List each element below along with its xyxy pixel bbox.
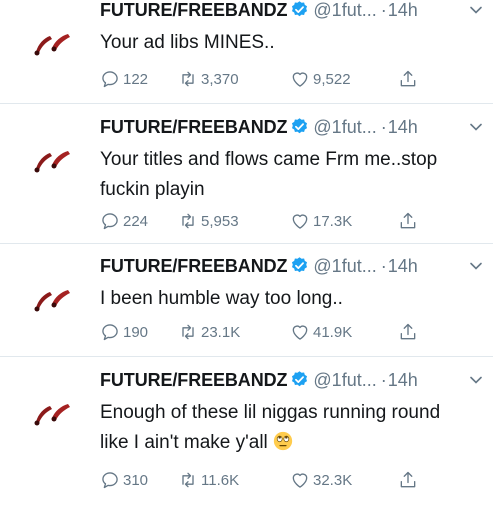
verified-badge-icon (292, 257, 308, 273)
reply-icon (102, 324, 118, 341)
retweet-icon (182, 324, 194, 340)
share-icon (400, 70, 416, 87)
reply-button[interactable]: 310 (100, 468, 148, 492)
user-handle[interactable]: @1fut... (313, 117, 376, 137)
tweet-divider (0, 356, 493, 357)
verified-badge-icon (292, 371, 308, 387)
user-handle[interactable]: @1fut... (313, 256, 376, 276)
share-button[interactable] (398, 320, 421, 344)
heart-icon (292, 214, 308, 229)
heart-icon (292, 72, 308, 87)
share-button[interactable] (398, 468, 421, 492)
reply-count: 224 (123, 212, 149, 230)
avatar[interactable] (28, 147, 76, 173)
display-name[interactable]: FUTURE/FREEBANDZ (100, 256, 288, 276)
share-icon (400, 471, 416, 488)
retweet-count: 23.1K (201, 323, 241, 341)
share-button[interactable] (398, 209, 421, 233)
reply-count: 310 (123, 471, 149, 489)
separator-dot: · (380, 0, 387, 20)
separator-dot: · (380, 256, 387, 276)
avatar[interactable] (28, 400, 76, 426)
reply-icon (102, 213, 118, 230)
share-icon (400, 323, 416, 340)
tweet-header: FUTURE/FREEBANDZ @1fut... ·14h (100, 370, 483, 396)
tweet-text: Enough of these lil niggas running round… (100, 398, 471, 458)
like-button[interactable]: 17.3K (290, 209, 352, 233)
retweet-icon (182, 213, 194, 229)
tweet-actions: 190 23.1K 41.9K (100, 320, 440, 344)
tweet-divider (0, 243, 493, 244)
retweet-count: 5,953 (201, 212, 239, 230)
reply-button[interactable]: 122 (100, 67, 148, 91)
chevron-down-icon[interactable] (469, 3, 483, 17)
eye-roll-emoji-icon (273, 431, 293, 451)
like-count: 32.3K (313, 471, 353, 489)
timestamp[interactable]: 14h (388, 0, 418, 20)
like-button[interactable]: 32.3K (290, 468, 352, 492)
tweet-text: I been humble way too long.. (100, 288, 343, 309)
tweet-feed: FUTURE/FREEBANDZ @1fut... ·14h Your ad lib… (0, 0, 493, 509)
user-handle[interactable]: @1fut... (313, 370, 376, 390)
reply-count: 122 (123, 70, 149, 88)
tweet-header: FUTURE/FREEBANDZ @1fut... ·14h (100, 117, 483, 143)
display-name[interactable]: FUTURE/FREEBANDZ (100, 0, 288, 20)
tweet-actions: 310 11.6K 32.3K (100, 468, 440, 492)
retweet-button[interactable]: 23.1K (178, 320, 240, 344)
reply-count: 190 (123, 323, 149, 341)
like-count: 9,522 (313, 70, 351, 88)
retweet-button[interactable]: 5,953 (178, 209, 239, 233)
retweet-count: 3,370 (201, 70, 239, 88)
avatar[interactable] (28, 286, 76, 312)
tweet-divider (0, 103, 493, 104)
display-name[interactable]: FUTURE/FREEBANDZ (100, 117, 288, 137)
tweet-text: Your titles and flows came Frm me..stop … (100, 149, 438, 200)
reply-button[interactable]: 224 (100, 209, 148, 233)
timestamp[interactable]: 14h (388, 117, 418, 137)
avatar[interactable] (28, 30, 76, 56)
heart-icon (292, 325, 308, 340)
retweet-icon (182, 472, 194, 488)
retweet-count: 11.6K (201, 471, 240, 489)
share-icon (400, 212, 416, 229)
tweet-header: FUTURE/FREEBANDZ @1fut... ·14h (100, 0, 483, 26)
tweet-header: FUTURE/FREEBANDZ @1fut... ·14h (100, 256, 483, 282)
chevron-down-icon[interactable] (469, 373, 483, 387)
chevron-down-icon[interactable] (469, 259, 483, 273)
heart-icon (292, 473, 308, 488)
user-handle[interactable]: @1fut... (313, 0, 376, 20)
tweet-actions: 224 5,953 17.3K (100, 209, 440, 233)
reply-icon (102, 71, 118, 88)
like-button[interactable]: 9,522 (290, 67, 351, 91)
retweet-icon (182, 71, 194, 87)
like-count: 41.9K (313, 323, 353, 341)
retweet-button[interactable]: 11.6K (178, 468, 239, 492)
reply-icon (102, 472, 118, 489)
tweet-actions: 122 3,370 9,522 (100, 67, 440, 91)
share-button[interactable] (398, 67, 421, 91)
like-count: 17.3K (313, 212, 353, 230)
reply-button[interactable]: 190 (100, 320, 148, 344)
chevron-down-icon[interactable] (469, 120, 483, 134)
timestamp[interactable]: 14h (388, 370, 418, 390)
verified-badge-icon (292, 1, 308, 17)
like-button[interactable]: 41.9K (290, 320, 352, 344)
verified-badge-icon (292, 118, 308, 134)
retweet-button[interactable]: 3,370 (178, 67, 239, 91)
timestamp[interactable]: 14h (388, 256, 418, 276)
separator-dot: · (380, 117, 387, 137)
display-name[interactable]: FUTURE/FREEBANDZ (100, 370, 288, 390)
separator-dot: · (380, 370, 387, 390)
tweet-text-content: Enough of these lil niggas running round… (100, 402, 441, 453)
tweet-text: Your ad libs MINES.. (100, 32, 275, 53)
